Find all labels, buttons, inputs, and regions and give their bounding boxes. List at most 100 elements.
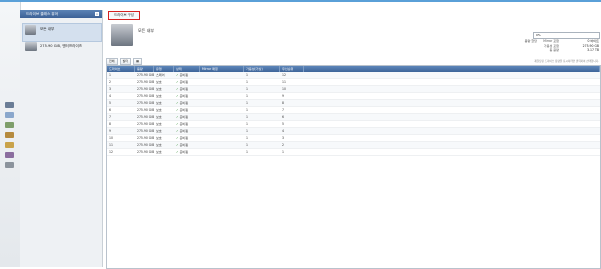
table-cell: 275.90 GiB: [137, 101, 154, 105]
status-cell: ✓ 준비됨: [174, 128, 200, 134]
table-cell: 2: [282, 143, 284, 147]
table-cell: 1: [109, 73, 111, 77]
table-cell: 1: [246, 73, 248, 77]
status-text: 준비됨: [179, 87, 189, 91]
status-text: 준비됨: [179, 101, 189, 105]
table-row[interactable]: 10 275.90 GiB 보호 ✓ 준비됨 1 3: [107, 135, 600, 142]
table-cell: 보호: [156, 129, 162, 133]
status-cell: ✓ 준비됨: [174, 100, 200, 106]
table-cell: 12: [282, 73, 286, 77]
table-cell: 6: [109, 108, 111, 112]
table-cell: 275.90 GiB: [137, 150, 154, 154]
status-text: 준비됨: [179, 73, 189, 77]
table-cell: [200, 86, 244, 92]
table-cell: 10: [109, 136, 113, 140]
table-cell: 275.90 GiB: [137, 115, 154, 119]
page-title: 모든 내부: [138, 28, 154, 33]
table-row[interactable]: 5 275.90 GiB 보호 ✓ 준비됨 1 8: [107, 100, 600, 107]
table-cell: 보호: [156, 94, 162, 98]
table-cell: [200, 79, 244, 85]
table-cell: 보호: [156, 150, 162, 154]
status-cell: ✓ 준비됨: [174, 142, 200, 148]
panel-title: 드라이브 클래스 뷰어: [26, 12, 59, 16]
table-cell: [304, 128, 600, 134]
all-button[interactable]: 전체: [106, 57, 118, 65]
table-cell: 1: [246, 136, 248, 140]
tab-drive-config[interactable]: 드라이브 구성: [108, 11, 140, 20]
table-cell: [200, 121, 244, 127]
table-cell: 보호: [156, 143, 162, 147]
status-text: 준비됨: [179, 80, 189, 84]
table-cell: [200, 107, 244, 113]
stats-row: 총 용량 3.17 TB: [489, 48, 599, 53]
table-cell: [304, 93, 600, 99]
status-cell: ✓ 준비됨: [174, 149, 200, 155]
tree-item-label[interactable]: 모든 내부: [40, 27, 54, 32]
table-cell: [200, 128, 244, 134]
table-cell: 5: [282, 122, 284, 126]
close-icon[interactable]: x: [95, 12, 99, 16]
table-row[interactable]: 7 275.90 GiB 보호 ✓ 준비됨 1 6: [107, 114, 600, 121]
status-cell: ✓ 준비됨: [174, 135, 200, 141]
table-row[interactable]: 9 275.90 GiB 보호 ✓ 준비됨 1 4: [107, 128, 600, 135]
storage-icon[interactable]: [5, 122, 14, 128]
tree-item-label[interactable]: 275.90 GiB, 엔터프라이즈: [40, 44, 82, 49]
table-cell: 275.90 GiB: [137, 73, 154, 77]
network-icon[interactable]: [5, 112, 14, 118]
chart-icon[interactable]: [5, 132, 14, 138]
table-row[interactable]: 6 275.90 GiB 보호 ✓ 준비됨 1 7: [107, 107, 600, 114]
table-cell: [200, 72, 244, 78]
stats-value: 3.17 TB: [587, 48, 599, 53]
status-text: 준비됨: [179, 94, 189, 98]
info-note: 재할당된 드라이브 용량을 표시하려면 클릭하여 선택합니다.: [534, 60, 599, 63]
progress-bar: 0%: [533, 32, 600, 39]
stats-label: [489, 48, 537, 53]
status-cell: ✓ 준비됨: [174, 93, 200, 99]
table-cell: 11: [109, 143, 113, 147]
table-cell: 스페어: [156, 73, 165, 77]
table-cell: 1: [246, 108, 248, 112]
status-cell: ✓ 준비됨: [174, 114, 200, 120]
table-body: 1 275.90 GiB 스페어 ✓ 준비됨 1 12 2 275.90 GiB 보호 ✓ 준비됨…: [107, 72, 600, 156]
status-text: 준비됨: [179, 108, 189, 112]
table-row[interactable]: 3 275.90 GiB 보호 ✓ 준비됨 1 10: [107, 86, 600, 93]
table-row[interactable]: 4 275.90 GiB 보호 ✓ 준비됨 1 9: [107, 93, 600, 100]
folder-icon[interactable]: [5, 142, 14, 148]
table-row[interactable]: 11 275.90 GiB 보호 ✓ 준비됨 1 2: [107, 142, 600, 149]
table-cell: 8: [282, 101, 284, 105]
gear-icon[interactable]: [5, 162, 14, 168]
table-cell: [200, 100, 244, 106]
table-cell: 275.90 GiB: [137, 94, 154, 98]
table-cell: 8: [109, 122, 111, 126]
table-row[interactable]: 1 275.90 GiB 스페어 ✓ 준비됨 1 12: [107, 72, 600, 79]
table-cell: 1: [246, 87, 248, 91]
table-cell: 9: [282, 94, 284, 98]
filter-button[interactable]: 필터: [119, 57, 132, 65]
table-cell: 4: [109, 94, 111, 98]
table-cell: [200, 93, 244, 99]
table-cell: [304, 86, 600, 92]
disk-stack-icon: [111, 24, 133, 46]
table-cell: [304, 100, 600, 106]
table-row[interactable]: 12 275.90 GiB 보호 ✓ 준비됨 1 1: [107, 149, 600, 156]
status-cell: ✓ 준비됨: [174, 107, 200, 113]
user-icon[interactable]: [5, 152, 14, 158]
disk-stack-icon: [25, 25, 36, 35]
table-cell: [200, 149, 244, 155]
table-cell: 275.90 GiB: [137, 87, 154, 91]
table-cell: [304, 135, 600, 141]
status-text: 준비됨: [179, 129, 189, 133]
table-cell: 1: [246, 94, 248, 98]
left-icon-strip: [0, 2, 21, 267]
table-cell: [304, 142, 600, 148]
computer-icon[interactable]: [5, 102, 14, 108]
table-row[interactable]: 8 275.90 GiB 보호 ✓ 준비됨 1 5: [107, 121, 600, 128]
table-cell: 1: [246, 115, 248, 119]
grid-view-icon[interactable]: ▦: [133, 57, 142, 65]
table-cell: 보호: [156, 80, 162, 84]
table-cell: 7: [109, 115, 111, 119]
table-row[interactable]: 2 275.90 GiB 보호 ✓ 준비됨 1 11: [107, 79, 600, 86]
panel-header: 드라이브 클래스 뷰어 x: [20, 10, 102, 18]
table-cell: 275.90 GiB: [137, 143, 154, 147]
status-cell: ✓ 준비됨: [174, 121, 200, 127]
